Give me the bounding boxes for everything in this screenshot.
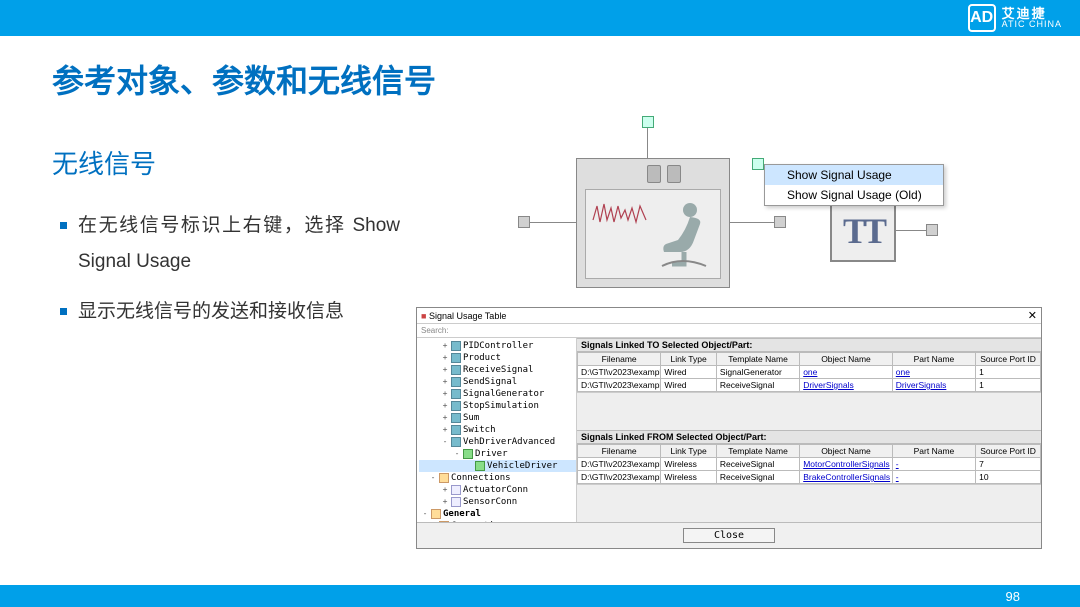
tree-node[interactable]: VehicleDriver — [419, 460, 576, 472]
tree-node[interactable]: +Switch — [419, 424, 576, 436]
table-row[interactable]: D:\GTI\v2023\exampleWiredReceiveSignalDr… — [578, 379, 1041, 392]
slide-subtitle: 无线信号 — [52, 144, 156, 181]
dialog-right-pane: Signals Linked TO Selected Object/Part: … — [577, 338, 1041, 522]
column-header[interactable]: Part Name — [892, 353, 975, 366]
context-menu: Show Signal Usage Show Signal Usage (Old… — [764, 164, 944, 206]
tree-node[interactable]: -Driver — [419, 448, 576, 460]
section-header-to: Signals Linked TO Selected Object/Part: — [577, 338, 1041, 352]
search-input[interactable]: Search: — [417, 324, 1041, 338]
driver-block[interactable] — [576, 158, 730, 288]
column-header[interactable]: Link Type — [661, 445, 717, 458]
tree-node[interactable]: +ActuatorConn — [419, 484, 576, 496]
dialog-title-text: Signal Usage Table — [421, 311, 506, 321]
column-header[interactable]: Link Type — [661, 353, 717, 366]
model-diagram: TT Show Signal Usage Show Signal Usage (… — [518, 116, 1046, 292]
signals-from-table: FilenameLink TypeTemplate NameObject Nam… — [577, 444, 1041, 484]
tree-node[interactable]: -Connections — [419, 472, 576, 484]
close-icon[interactable]: ✕ — [1028, 309, 1037, 322]
bullet-list: 在无线信号标识上右键，选择 Show Signal Usage 显示无线信号的发… — [60, 208, 400, 344]
brand-logo: AD 艾迪捷 ATIC CHINA — [968, 4, 1062, 32]
port-icon — [518, 216, 530, 228]
signal-marker-icon — [642, 116, 654, 128]
page-number: 98 — [1006, 589, 1020, 604]
column-header[interactable]: Source Port ID — [976, 445, 1041, 458]
logo-en-text: ATIC CHINA — [1002, 20, 1062, 29]
driver-seat-icon — [656, 200, 710, 270]
pi-icon: TT — [843, 210, 883, 252]
bullet-item: 在无线信号标识上右键，选择 Show Signal Usage — [60, 208, 400, 280]
menu-item-show-signal-usage[interactable]: Show Signal Usage — [765, 165, 943, 185]
signal-waveform-icon — [592, 200, 648, 230]
tree-node[interactable]: +Sum — [419, 412, 576, 424]
controller-block[interactable]: TT — [830, 200, 896, 262]
bottom-bar: 98 — [0, 585, 1080, 607]
tree-node[interactable]: +PIDController — [419, 340, 576, 352]
tree-node[interactable]: +Product — [419, 352, 576, 364]
close-button[interactable]: Close — [683, 528, 775, 543]
slide-title: 参考对象、参数和无线信号 — [52, 56, 436, 102]
pedals-icon — [647, 165, 681, 183]
tree-node[interactable]: +SignalGenerator — [419, 388, 576, 400]
slide: AD 艾迪捷 ATIC CHINA 参考对象、参数和无线信号 无线信号 在无线信… — [0, 0, 1080, 607]
logo-mark-icon: AD — [968, 4, 996, 32]
signals-to-table: FilenameLink TypeTemplate NameObject Nam… — [577, 352, 1041, 392]
dialog-titlebar: Signal Usage Table ✕ — [417, 308, 1041, 324]
object-tree[interactable]: +PIDController+Product+ReceiveSignal+Sen… — [417, 338, 577, 522]
table-row[interactable]: D:\GTI\v2023\exampleWiredSignalGenerator… — [578, 366, 1041, 379]
section-header-from: Signals Linked FROM Selected Object/Part… — [577, 430, 1041, 444]
tree-node[interactable]: -General — [419, 508, 576, 520]
port-icon — [926, 224, 938, 236]
tree-node[interactable]: -VehDriverAdvanced — [419, 436, 576, 448]
column-header[interactable]: Filename — [578, 445, 661, 458]
column-header[interactable]: Filename — [578, 353, 661, 366]
column-header[interactable]: Template Name — [716, 353, 799, 366]
tree-node[interactable]: +ReceiveSignal — [419, 364, 576, 376]
tree-node[interactable]: +StopSimulation — [419, 400, 576, 412]
column-header[interactable]: Source Port ID — [976, 353, 1041, 366]
column-header[interactable]: Object Name — [800, 353, 893, 366]
column-header[interactable]: Part Name — [892, 445, 975, 458]
table-row[interactable]: D:\GTI\v2023\exampleWirelessReceiveSigna… — [578, 471, 1041, 484]
dialog-footer: Close — [417, 522, 1041, 548]
column-header[interactable]: Object Name — [800, 445, 893, 458]
column-header[interactable]: Template Name — [716, 445, 799, 458]
tree-node[interactable]: +SensorConn — [419, 496, 576, 508]
signal-usage-dialog: Signal Usage Table ✕ Search: +PIDControl… — [416, 307, 1042, 549]
signal-marker-icon[interactable] — [752, 158, 764, 170]
menu-item-show-signal-usage-old[interactable]: Show Signal Usage (Old) — [765, 185, 943, 205]
table-row[interactable]: D:\GTI\v2023\exampleWirelessReceiveSigna… — [578, 458, 1041, 471]
bullet-item: 显示无线信号的发送和接收信息 — [60, 294, 400, 330]
tree-node[interactable]: +SendSignal — [419, 376, 576, 388]
top-bar: AD 艾迪捷 ATIC CHINA — [0, 0, 1080, 36]
port-icon — [774, 216, 786, 228]
